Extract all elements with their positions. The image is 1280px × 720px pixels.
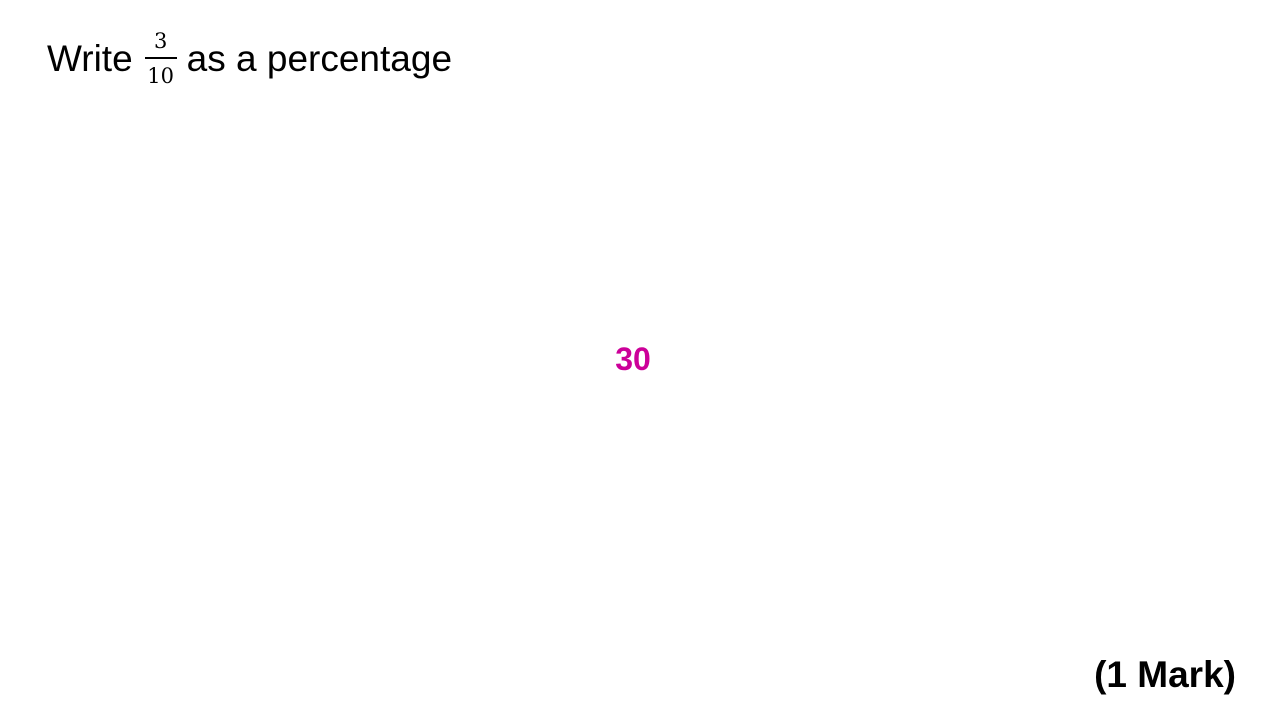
slide: Write 3 10 as a percentage 30 (1 Mark) [0,0,1280,720]
question-suffix: as a percentage [186,38,453,79]
question-prefix: Write [47,38,133,79]
fraction: 3 10 [144,29,177,88]
fraction-numerator: 3 [153,29,168,53]
answer-value: 30 [615,341,651,377]
question-text: Write 3 10 as a percentage [47,24,452,94]
fraction-denominator: 10 [147,64,175,88]
marks-label: (1 Mark) [1094,654,1236,695]
